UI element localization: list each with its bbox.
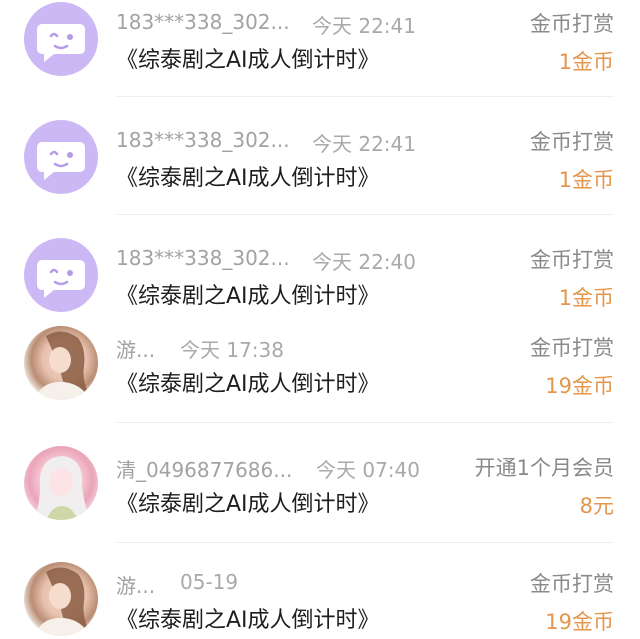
user-photo-icon xyxy=(34,567,90,636)
reward-record-list: 183***338_302... 今天 22:41 《综泰剧之AI成人倒计时》 … xyxy=(0,0,640,639)
work-title: 《综泰剧之AI成人倒计时》 xyxy=(116,284,380,309)
reward-amount: 1金币 xyxy=(558,50,614,74)
reward-type: 开通1个月会员 xyxy=(474,456,614,480)
divider xyxy=(116,214,614,215)
user-name: 游... xyxy=(116,574,156,598)
reward-amount: 19金币 xyxy=(545,610,614,634)
avatar[interactable] xyxy=(24,2,98,76)
timestamp: 今天 22:40 xyxy=(312,250,416,274)
reward-amount: 8元 xyxy=(579,494,614,518)
divider xyxy=(116,96,614,97)
user-name: 183***338_302... xyxy=(116,246,290,270)
work-title: 《综泰剧之AI成人倒计时》 xyxy=(116,608,380,633)
divider xyxy=(116,422,614,423)
reward-amount: 1金币 xyxy=(558,168,614,192)
reward-type: 金币打赏 xyxy=(530,248,614,272)
user-name: 183***338_302... xyxy=(116,10,290,34)
reward-type: 金币打赏 xyxy=(530,130,614,154)
reward-type: 金币打赏 xyxy=(530,572,614,596)
timestamp: 今天 22:41 xyxy=(312,132,416,156)
reward-amount: 19金币 xyxy=(545,374,614,398)
user-name: 183***338_302... xyxy=(116,128,290,152)
work-title: 《综泰剧之AI成人倒计时》 xyxy=(116,372,380,397)
reward-type: 金币打赏 xyxy=(530,336,614,360)
reward-amount: 1金币 xyxy=(558,286,614,310)
user-name: 清_0496877686... xyxy=(116,458,293,482)
avatar[interactable] xyxy=(24,238,98,312)
user-name: 游... xyxy=(116,338,156,362)
avatar[interactable] xyxy=(24,326,98,400)
user-photo-icon xyxy=(34,331,90,400)
work-title: 《综泰剧之AI成人倒计时》 xyxy=(116,492,380,517)
avatar[interactable] xyxy=(24,446,98,520)
timestamp: 今天 17:38 xyxy=(180,338,284,362)
timestamp: 05-19 xyxy=(180,570,239,594)
divider xyxy=(116,542,614,543)
timestamp: 今天 22:41 xyxy=(312,14,416,38)
chat-bubble-face-icon xyxy=(37,142,85,180)
reward-type: 金币打赏 xyxy=(530,12,614,36)
chat-bubble-face-icon xyxy=(37,24,85,62)
avatar[interactable] xyxy=(24,562,98,636)
user-photo-icon xyxy=(34,456,90,520)
avatar[interactable] xyxy=(24,120,98,194)
work-title: 《综泰剧之AI成人倒计时》 xyxy=(116,48,380,73)
timestamp: 今天 07:40 xyxy=(316,458,420,482)
work-title: 《综泰剧之AI成人倒计时》 xyxy=(116,166,380,191)
chat-bubble-face-icon xyxy=(37,260,85,298)
